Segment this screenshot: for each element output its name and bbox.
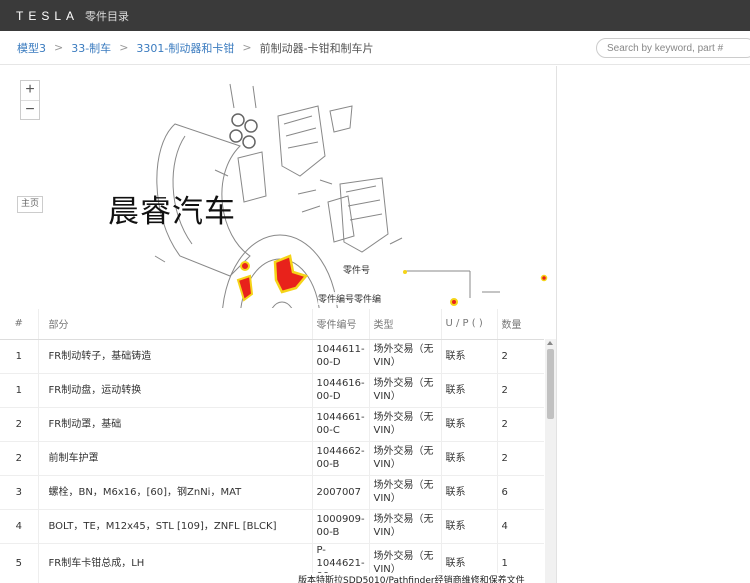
row-quantity: 2 [496,339,544,374]
row-description: FR制动转子，基础铸造 [37,339,312,374]
table-row[interactable]: 1 FR制动盘，运动转换 1044616-00-D 场外交易（无VIN） 联系 … [0,373,544,408]
row-index: 2 [0,441,38,476]
row-part-number: 1044616-00-D [311,373,369,408]
table-row[interactable]: 4 BOLT，TE，M12x45，STL [109]，ZNFL [BLCK] 1… [0,509,544,544]
row-index: 1 [0,339,38,374]
home-view-button[interactable]: 主页 [17,196,43,213]
row-quantity: 2 [496,407,544,442]
breadcrumb-separator: > [242,41,252,54]
row-index: 5 [0,543,38,583]
row-price[interactable]: 联系 [440,509,497,544]
row-price[interactable]: 联系 [440,373,497,408]
row-price[interactable]: 联系 [440,475,497,510]
part-tooltip: 零件号 [343,263,371,276]
row-index: 4 [0,509,38,544]
parts-table: # 部分 零件编号 类型 U / P ( ) 数量 1 FR制动转子，基础铸造 … [0,309,544,583]
table-row[interactable]: 3 螺栓，BN，M6x16，[60]，钢ZnNi，MAT 2007007 场外交… [0,475,544,510]
search-input[interactable] [596,38,750,58]
column-header-description[interactable]: 部分 [37,309,312,340]
part-tooltip: 零件编号零件编 [318,292,382,305]
row-part-number: 1044611-00-D [311,339,369,374]
row-quantity: 2 [496,373,544,408]
zoom-in-button[interactable]: + [21,81,39,100]
row-price[interactable]: 联系 [440,339,497,374]
scroll-up-arrow-icon[interactable] [547,341,553,345]
row-price[interactable]: 联系 [440,407,497,442]
parts-panel: + − 主页 晨睿汽车 零件号 零件编号零件编 # 部分 零件编号 类型 U /… [0,66,557,583]
top-bar: TESLA 零件目录 [0,0,750,31]
table-header-row: # 部分 零件编号 类型 U / P ( ) 数量 [0,309,544,340]
row-part-number: 2007007 [311,475,369,510]
row-part-number: 1044662-00-B [311,441,369,476]
row-index: 3 [0,475,38,510]
footer-note: 版本特斯拉SDD5010/Pathfinder经销商维修和保养文件 [298,573,525,583]
column-header-index: # [0,309,38,340]
highlighted-part-hotspot [236,254,548,306]
row-quantity: 2 [496,441,544,476]
scrollbar-thumb[interactable] [547,349,554,419]
zoom-out-button[interactable]: − [21,100,39,119]
zoom-control: + − [20,80,40,120]
row-type: 场外交易（无VIN） [368,373,441,408]
watermark-text: 晨睿汽车 [108,194,236,230]
row-description: FR制动盘，运动转换 [37,373,312,408]
breadcrumb: 模型3 > 33-制车 > 3301-制动器和卡钳 > 前制动器-卡钳和制车片 [17,40,374,56]
row-part-number: 1000909-00-B [311,509,369,544]
row-type: 场外交易（无VIN） [368,441,441,476]
breadcrumb-separator: > [54,41,64,54]
tesla-logo[interactable]: TESLA [16,9,79,23]
row-description: BOLT，TE，M12x45，STL [109]，ZNFL [BLCK] [37,509,312,544]
column-header-unit-price[interactable]: U / P ( ) [440,309,497,340]
breadcrumb-model[interactable]: 模型3 [17,40,46,56]
row-description: 前制车护罩 [37,441,312,476]
table-scrollbar[interactable] [545,339,556,583]
table-row[interactable]: 2 FR制动罩，基础 1044661-00-C 场外交易（无VIN） 联系 2 [0,407,544,442]
parts-table-container: # 部分 零件编号 类型 U / P ( ) 数量 1 FR制动转子，基础铸造 … [0,309,557,583]
breadcrumb-subsystem[interactable]: 3301-制动器和卡钳 [136,40,234,56]
table-row[interactable]: 2 前制车护罩 1044662-00-B 场外交易（无VIN） 联系 2 [0,441,544,476]
row-index: 1 [0,373,38,408]
row-quantity: 4 [496,509,544,544]
brake-assembly-illustration [154,83,548,308]
row-type: 场外交易（无VIN） [368,475,441,510]
row-index: 2 [0,407,38,442]
column-header-part-number[interactable]: 零件编号 [311,309,369,340]
breadcrumb-system[interactable]: 33-制车 [71,40,111,56]
exploded-diagram[interactable]: + − 主页 晨睿汽车 零件号 零件编号零件编 [0,66,557,308]
breadcrumb-bar: 模型3 > 33-制车 > 3301-制动器和卡钳 > 前制动器-卡钳和制车片 [0,31,750,65]
column-header-type[interactable]: 类型 [368,309,441,340]
row-type: 场外交易（无VIN） [368,339,441,374]
row-description: FR制动罩，基础 [37,407,312,442]
row-description: 螺栓，BN，M6x16，[60]，钢ZnNi，MAT [37,475,312,510]
breadcrumb-separator: > [119,41,129,54]
table-row[interactable]: 1 FR制动转子，基础铸造 1044611-00-D 场外交易（无VIN） 联系… [0,339,544,374]
row-price[interactable]: 联系 [440,441,497,476]
row-type: 场外交易（无VIN） [368,407,441,442]
row-part-number: 1044661-00-C [311,407,369,442]
column-header-quantity[interactable]: 数量 [496,309,544,340]
row-quantity: 6 [496,475,544,510]
app-subtitle: 零件目录 [85,9,130,23]
row-description: FR制车卡钳总成，LH [37,543,312,583]
row-type: 场外交易（无VIN） [368,509,441,544]
breadcrumb-current: 前制动器-卡钳和制车片 [259,41,374,55]
